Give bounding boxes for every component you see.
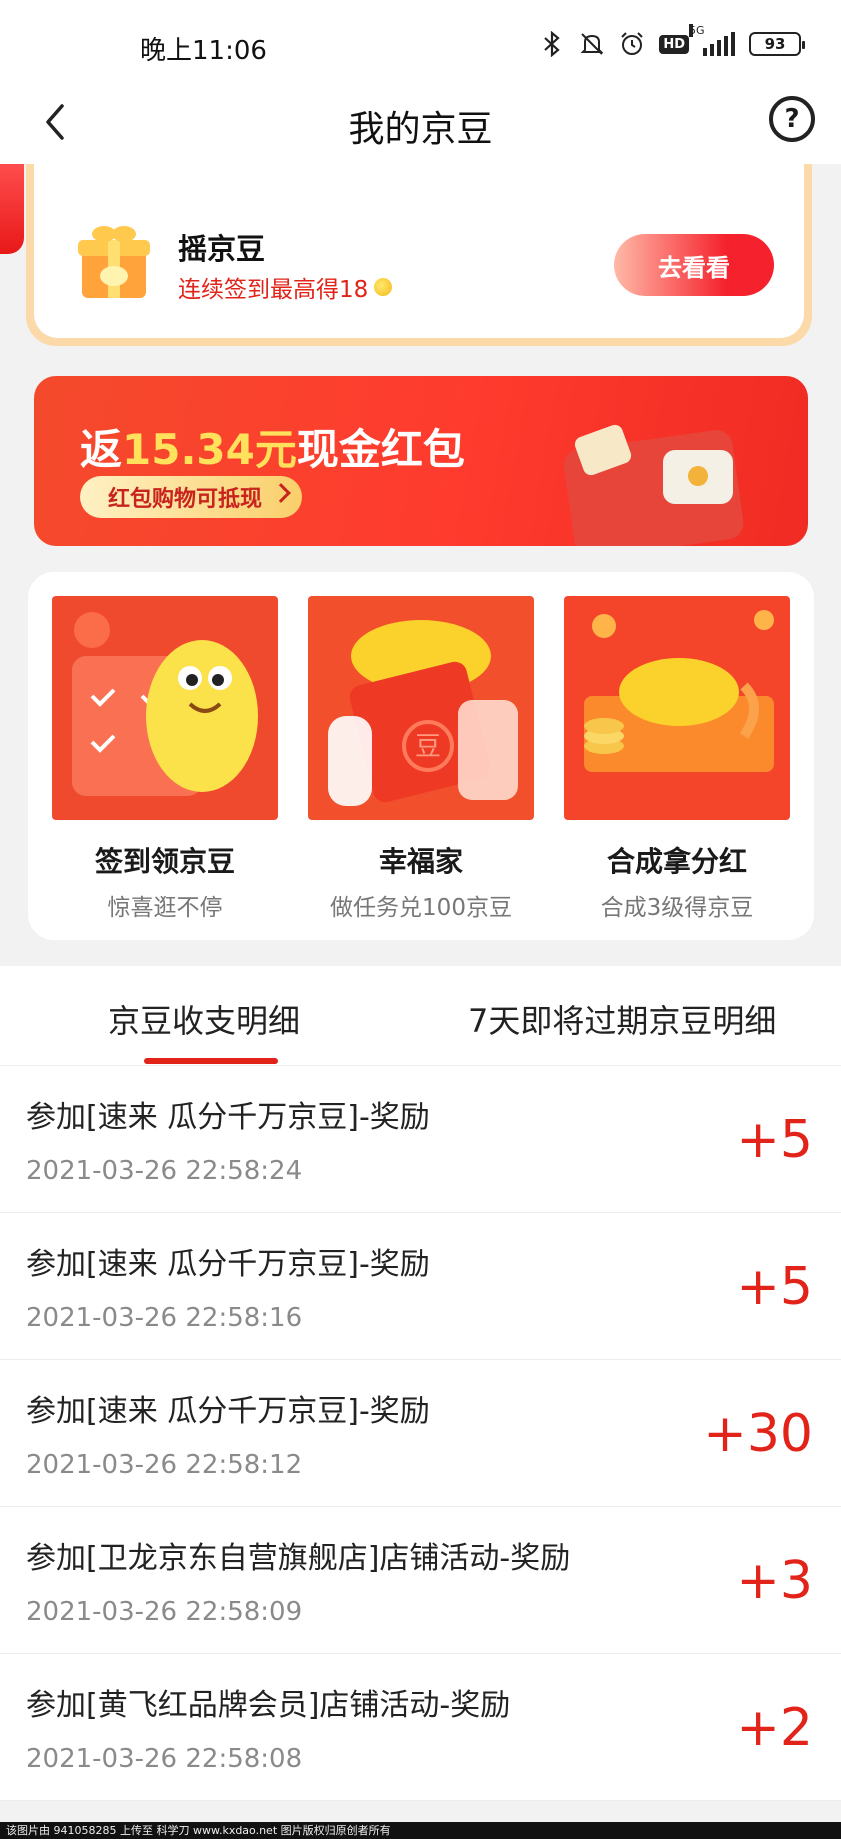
chevron-right-icon — [271, 483, 291, 503]
gift-box-icon — [78, 226, 150, 298]
activity-name: 合成拿分红 — [606, 845, 747, 878]
bean-icon — [374, 278, 393, 296]
shake-card-frame: 摇京豆 连续签到最高得18 去看看 — [26, 164, 812, 346]
record-desc: 参加[卫龙京东自营旗舰店]店铺活动-奖励 — [26, 1541, 571, 1576]
banner-prefix: 返 — [80, 425, 123, 474]
network-type: 5G — [689, 24, 705, 37]
nav-bar: 我的京豆 ? — [0, 82, 841, 164]
red-wallet-icon — [563, 424, 744, 546]
record-date: 2021-03-26 22:58:24 — [26, 1156, 303, 1186]
record-amount: +30 — [703, 1404, 813, 1464]
activity-happy-home[interactable]: 豆 幸福家 做任务兑100京豆 — [308, 596, 534, 922]
bluetooth-icon — [539, 30, 565, 58]
active-tab-indicator — [144, 1058, 278, 1064]
shake-subtitle-text: 连续签到最高得18 — [178, 277, 369, 303]
activity-name: 签到领京豆 — [94, 845, 235, 878]
cash-red-packet-banner[interactable]: 返15.34元现金红包 红包购物可抵现 — [34, 376, 808, 546]
record-amount: +2 — [736, 1698, 813, 1758]
activity-desc: 做任务兑100京豆 — [330, 895, 512, 921]
list-item[interactable]: 参加[速来 瓜分千万京豆]-奖励 2021-03-26 22:58:12 +30 — [0, 1360, 841, 1507]
signal-icon: 5G — [689, 24, 735, 56]
activity-desc: 惊喜逛不停 — [107, 895, 223, 921]
watermark-footer: 该图片由 941058285 上传至 科学刀 www.kxdao.net 图片版… — [0, 1822, 841, 1839]
record-desc: 参加[速来 瓜分千万京豆]-奖励 — [26, 1394, 430, 1429]
activities-panel: 签到领京豆 惊喜逛不停 豆 幸福家 做任务兑100京豆 合成拿分红 合成3级得京… — [28, 572, 814, 940]
banner-amount: 15.34元 — [122, 425, 297, 474]
merge-dividend-illustration — [564, 596, 790, 820]
record-date: 2021-03-26 22:58:12 — [26, 1450, 303, 1480]
tab-bean-income-expense[interactable]: 京豆收支明细 — [108, 996, 300, 1042]
status-icons: HD 5G 93 — [539, 24, 805, 58]
go-see-button[interactable]: 去看看 — [614, 234, 774, 296]
record-amount: +3 — [736, 1551, 813, 1611]
banner-pill-button[interactable]: 红包购物可抵现 — [80, 476, 303, 518]
help-button[interactable]: ? — [769, 96, 815, 142]
page-title: 我的京豆 — [348, 109, 493, 150]
bean-badge: 豆 — [415, 732, 441, 762]
activity-desc: 合成3级得京豆 — [600, 895, 754, 921]
tab-expiring-beans[interactable]: 7天即将过期京豆明细 — [468, 996, 776, 1042]
banner-pill-label: 红包购物可抵现 — [108, 487, 263, 512]
shake-title: 摇京豆 — [178, 232, 266, 266]
list-item[interactable]: 参加[黄飞红品牌会员]店铺活动-奖励 2021-03-26 22:58:08 +… — [0, 1654, 841, 1801]
shake-card[interactable]: 摇京豆 连续签到最高得18 去看看 — [34, 164, 804, 338]
banner-suffix: 现金红包 — [296, 425, 465, 474]
record-date: 2021-03-26 22:58:09 — [26, 1597, 303, 1627]
activity-checkin[interactable]: 签到领京豆 惊喜逛不停 — [52, 596, 278, 922]
record-amount: +5 — [736, 1110, 813, 1170]
record-date: 2021-03-26 22:58:16 — [26, 1303, 303, 1333]
list-item[interactable]: 参加[速来 瓜分千万京豆]-奖励 2021-03-26 22:58:24 +5 — [0, 1066, 841, 1213]
happy-home-illustration: 豆 — [308, 596, 534, 820]
record-desc: 参加[速来 瓜分千万京豆]-奖励 — [26, 1100, 430, 1135]
record-desc: 参加[速来 瓜分千万京豆]-奖励 — [26, 1247, 430, 1282]
question-icon: ? — [784, 104, 800, 134]
alarm-icon — [619, 30, 645, 58]
mute-bell-icon — [579, 30, 605, 58]
record-amount: +5 — [736, 1257, 813, 1317]
decorative-red-edge — [0, 164, 24, 254]
battery-indicator: 93 — [749, 32, 805, 56]
activity-name: 幸福家 — [378, 845, 463, 878]
bean-records-list: 参加[速来 瓜分千万京豆]-奖励 2021-03-26 22:58:24 +5 … — [0, 1066, 841, 1801]
shake-subtitle: 连续签到最高得18 — [178, 270, 393, 304]
list-item[interactable]: 参加[速来 瓜分千万京豆]-奖励 2021-03-26 22:58:16 +5 — [0, 1213, 841, 1360]
record-desc: 参加[黄飞红品牌会员]店铺活动-奖励 — [26, 1688, 511, 1723]
checkin-bean-illustration — [52, 596, 278, 820]
banner-headline: 返15.34元现金红包 — [80, 416, 465, 477]
hd-icon: HD — [659, 34, 689, 54]
list-item[interactable]: 参加[卫龙京东自营旗舰店]店铺活动-奖励 2021-03-26 22:58:09… — [0, 1507, 841, 1654]
activity-merge-dividend[interactable]: 合成拿分红 合成3级得京豆 — [564, 596, 790, 922]
record-date: 2021-03-26 22:58:08 — [26, 1744, 303, 1774]
status-time: 晚上11:06 — [140, 36, 267, 66]
status-bar: 晚上11:06 HD 5G 93 — [0, 0, 841, 82]
detail-tabs: 京豆收支明细 7天即将过期京豆明细 — [0, 966, 841, 1066]
